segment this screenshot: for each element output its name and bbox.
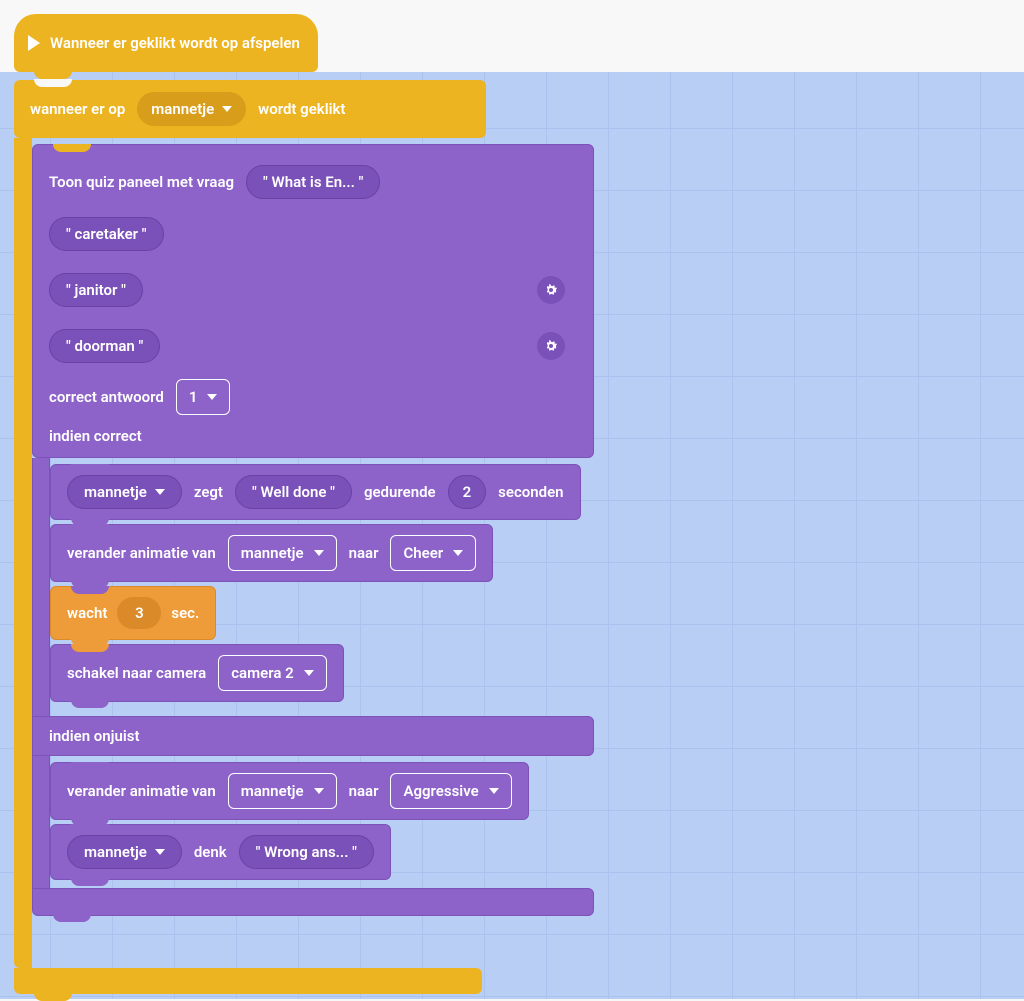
quiz-answer-2[interactable]: " janitor " [49, 273, 143, 307]
chevron-down-icon [304, 670, 314, 676]
switch-camera-block[interactable]: schakel naar camera camera 2 [50, 644, 344, 702]
say-block[interactable]: mannetje zegt " Well done " gedurende 2 … [50, 464, 581, 520]
say-unit: seconden [498, 483, 563, 501]
anim-actor-select[interactable]: mannetje [228, 535, 337, 571]
click-prefix: wanneer er op [30, 100, 125, 118]
block-canvas[interactable]: Wanneer er geklikt wordt op afspelen wan… [0, 0, 1024, 999]
chevron-down-icon [489, 788, 499, 794]
play-hat-block[interactable]: Wanneer er geklikt wordt op afspelen [14, 14, 318, 72]
wait-unit: sec. [171, 604, 199, 622]
think-verb: denk [194, 843, 227, 861]
anim-label: verander animatie van [67, 782, 216, 800]
chevron-down-icon [222, 106, 232, 112]
quiz-answer-3[interactable]: " doorman " [49, 329, 160, 363]
wait-label: wacht [67, 604, 107, 622]
anim-name: Cheer [403, 544, 443, 562]
camera-select[interactable]: camera 2 [218, 655, 326, 691]
quiz-question-input[interactable]: " What is En... " [246, 165, 380, 199]
anim-label: verander animatie van [67, 544, 216, 562]
quiz-cblock[interactable]: Toon quiz paneel met vraag " What is En.… [32, 144, 594, 916]
say-actor-dropdown[interactable]: mannetje [67, 475, 182, 509]
gear-icon[interactable] [537, 276, 565, 304]
chevron-down-icon [314, 788, 324, 794]
anim-actor: mannetje [241, 544, 304, 562]
anim-name-select[interactable]: Aggressive [390, 773, 511, 809]
if-correct-label: indien correct [49, 427, 142, 445]
anim-to: naar [349, 782, 379, 800]
click-event-cblock[interactable]: wanneer er op mannetje wordt geklikt Too… [14, 80, 594, 994]
purple-arm [32, 756, 50, 888]
think-text-input[interactable]: " Wrong ans... " [239, 835, 374, 869]
think-actor: mannetje [84, 843, 147, 861]
anim-actor: mannetje [241, 782, 304, 800]
correct-answer-select[interactable]: 1 [176, 379, 231, 415]
quiz-header-section[interactable]: Toon quiz paneel met vraag " What is En.… [32, 144, 594, 458]
chevron-down-icon [453, 550, 463, 556]
camera-value: camera 2 [231, 664, 293, 682]
camera-label: schakel naar camera [67, 664, 206, 682]
think-block[interactable]: mannetje denk " Wrong ans... " [50, 824, 391, 880]
chevron-down-icon [155, 489, 165, 495]
change-anim-block[interactable]: verander animatie van mannetje naar Chee… [50, 524, 493, 582]
hat-label: Wanneer er geklikt wordt op afspelen [50, 34, 300, 52]
anim-actor-select[interactable]: mannetje [228, 773, 337, 809]
quiz-answer-1[interactable]: " caretaker " [49, 217, 164, 251]
change-anim-block-wrong[interactable]: verander animatie van mannetje naar Aggr… [50, 762, 529, 820]
quiz-cblock-footer [32, 888, 594, 916]
click-target-value: mannetje [151, 100, 214, 118]
say-seconds-input[interactable]: 2 [448, 475, 487, 509]
correct-value: 1 [189, 388, 198, 406]
play-icon [28, 35, 40, 51]
correct-label: correct antwoord [49, 388, 164, 406]
click-suffix: wordt geklikt [258, 100, 345, 118]
if-wrong-section[interactable]: indien onjuist [32, 716, 594, 756]
say-text-input[interactable]: " Well done " [235, 475, 352, 509]
anim-name: Aggressive [403, 782, 478, 800]
chevron-down-icon [207, 394, 217, 400]
click-event-footer [14, 968, 482, 994]
anim-to: naar [349, 544, 379, 562]
wait-value-input[interactable]: 3 [117, 597, 161, 629]
purple-arm [32, 458, 50, 716]
say-actor: mannetje [84, 483, 147, 501]
say-for: gedurende [364, 483, 436, 501]
wait-block[interactable]: wacht 3 sec. [50, 586, 216, 640]
cblock-arm [14, 138, 32, 968]
anim-name-select[interactable]: Cheer [390, 535, 476, 571]
if-wrong-label: indien onjuist [49, 727, 140, 745]
quiz-label: Toon quiz paneel met vraag [49, 173, 234, 191]
gear-icon[interactable] [537, 332, 565, 360]
click-target-dropdown[interactable]: mannetje [137, 92, 246, 126]
chevron-down-icon [155, 849, 165, 855]
click-event-header[interactable]: wanneer er op mannetje wordt geklikt [14, 80, 486, 138]
think-actor-dropdown[interactable]: mannetje [67, 835, 182, 869]
chevron-down-icon [314, 550, 324, 556]
say-verb: zegt [194, 483, 223, 501]
